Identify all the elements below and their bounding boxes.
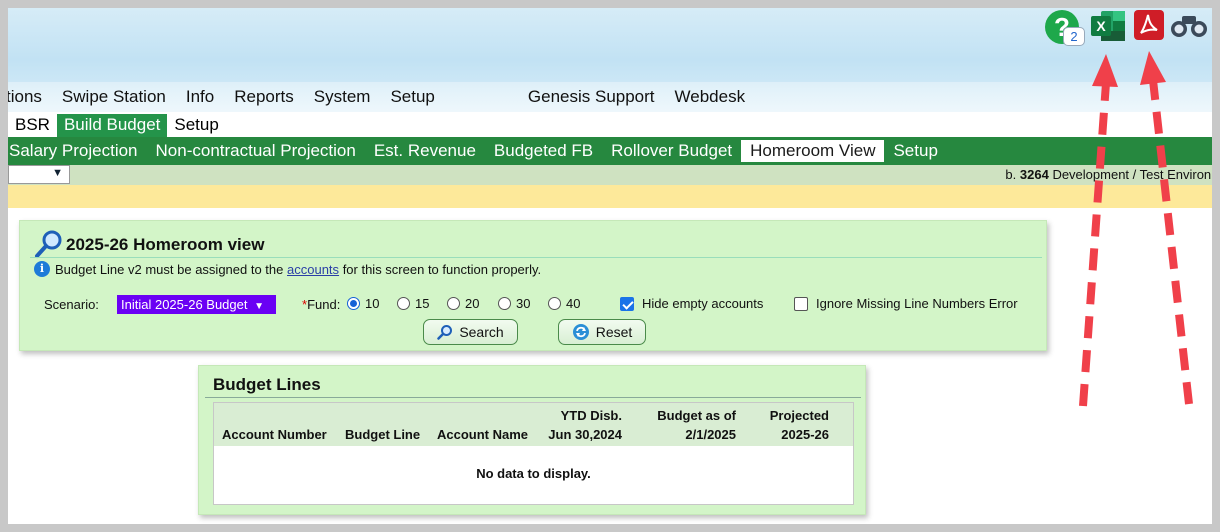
- tab-setup[interactable]: Setup: [167, 114, 225, 137]
- pdf-export-icon[interactable]: [1133, 9, 1165, 41]
- tab-rollover-budget[interactable]: Rollover Budget: [602, 140, 741, 162]
- menu-item-setup[interactable]: Setup: [390, 87, 434, 107]
- menu-item-webdesk[interactable]: Webdesk: [675, 87, 746, 107]
- accounts-link[interactable]: accounts: [287, 262, 339, 277]
- tab-non-contractual-projection[interactable]: Non-contractual Projection: [147, 140, 365, 162]
- radio-icon: [548, 297, 561, 310]
- col-ytd-disb-line1[interactable]: YTD Disb.: [561, 408, 622, 423]
- fund-label-text: Fund:: [307, 297, 341, 312]
- tab-bsr[interactable]: BSR: [8, 114, 57, 137]
- menu-item-operations[interactable]: tions: [8, 87, 42, 107]
- info-text-suffix: for this screen to function properly.: [342, 261, 542, 277]
- checkbox-checked-icon: [620, 296, 634, 311]
- magnifier-icon: [35, 230, 62, 258]
- ignore-missing-label: Ignore Missing Line Numbers Error: [816, 296, 1018, 311]
- scenario-select[interactable]: Initial 2025-26 Budget ▼: [117, 295, 276, 314]
- empty-table-message: No data to display.: [476, 466, 591, 481]
- tab-est-revenue[interactable]: Est. Revenue: [365, 140, 485, 162]
- col-account-number[interactable]: Account Number: [222, 427, 327, 442]
- hide-empty-accounts-checkbox[interactable]: Hide empty accounts: [620, 296, 763, 311]
- reset-button[interactable]: Reset: [558, 319, 646, 345]
- radio-icon: [447, 297, 460, 310]
- table-header: Account Number Budget Line Account Name …: [214, 403, 853, 446]
- environment-bar: ▼ b. 3264 Development / Test Environm: [8, 165, 1212, 185]
- menu-item-info[interactable]: Info: [186, 87, 214, 107]
- binoculars-icon[interactable]: [1170, 13, 1208, 39]
- search-button-label: Search: [459, 324, 504, 340]
- env-text: Development / Test Environm: [1052, 167, 1212, 182]
- fund-option-label: 30: [516, 296, 531, 311]
- col-budget-as-of-line1[interactable]: Budget as of: [657, 408, 736, 423]
- tab-salary-projection[interactable]: Salary Projection: [8, 140, 147, 162]
- search-icon: [437, 325, 453, 340]
- radio-selected-icon: [347, 297, 360, 310]
- fund-radio-15[interactable]: 15: [397, 296, 429, 311]
- district-select[interactable]: ▼: [8, 165, 70, 184]
- col-projected-line1[interactable]: Projected: [770, 408, 829, 423]
- ignore-missing-line-numbers-checkbox[interactable]: Ignore Missing Line Numbers Error: [794, 296, 1018, 311]
- info-text-prefix: Budget Line v2 must be assigned to the: [55, 261, 284, 277]
- chevron-down-icon: ▼: [52, 167, 63, 179]
- tab-budgeted-fb[interactable]: Budgeted FB: [485, 140, 602, 162]
- fund-option-label: 20: [465, 296, 480, 311]
- col-ytd-disb-line2[interactable]: Jun 30,2024: [548, 427, 622, 442]
- chevron-down-icon: ▼: [254, 301, 265, 312]
- fund-radio-30[interactable]: 30: [498, 296, 530, 311]
- col-budget-line[interactable]: Budget Line: [345, 427, 420, 442]
- tab-homeroom-view[interactable]: Homeroom View: [741, 140, 885, 162]
- scenario-value: Initial 2025-26 Budget: [121, 297, 248, 312]
- tab-setup-secondary[interactable]: Setup: [884, 140, 946, 162]
- build-budget-navigation: Salary Projection Non-contractual Projec…: [8, 137, 1212, 165]
- fund-option-label: 40: [566, 296, 581, 311]
- hide-empty-label: Hide empty accounts: [642, 296, 764, 311]
- col-account-name[interactable]: Account Name: [437, 427, 528, 442]
- col-projected-line2[interactable]: 2025-26: [781, 427, 829, 442]
- fund-radio-10[interactable]: 10: [347, 296, 379, 311]
- env-prefix: b.: [1005, 167, 1017, 182]
- budget-lines-panel: Budget Lines Account Number Budget Line …: [198, 365, 866, 515]
- fund-label: *Fund:: [302, 297, 340, 312]
- budget-lines-table: Account Number Budget Line Account Name …: [213, 402, 854, 505]
- info-message: i Budget Line v2 must be assigned to the…: [34, 261, 541, 277]
- notice-bar: [8, 185, 1212, 208]
- refresh-icon: [572, 324, 589, 340]
- excel-glyph: X: [1096, 18, 1106, 34]
- search-button[interactable]: Search: [423, 319, 518, 345]
- reset-button-label: Reset: [595, 324, 633, 340]
- environment-label: b. 3264 Development / Test Environm: [1005, 167, 1212, 182]
- checkbox-icon: [794, 296, 808, 311]
- fund-radio-20[interactable]: 20: [447, 296, 479, 311]
- help-count-badge: 2: [1063, 27, 1085, 46]
- radio-icon: [498, 297, 511, 310]
- fund-option-label: 10: [365, 296, 380, 311]
- env-code: 3264: [1019, 167, 1049, 182]
- homeroom-view-panel: 2025-26 Homeroom view i Budget Line v2 m…: [19, 220, 1047, 351]
- col-budget-as-of-line2[interactable]: 2/1/2025: [685, 427, 736, 442]
- tab-build-budget[interactable]: Build Budget: [56, 114, 168, 137]
- menu-item-reports[interactable]: Reports: [234, 87, 294, 107]
- main-menu: tions Swipe Station Info Reports System …: [8, 82, 1212, 112]
- title-divider: [30, 257, 1042, 258]
- menu-item-system[interactable]: System: [314, 87, 371, 107]
- filter-row: Scenario: Initial 2025-26 Budget ▼ *Fund…: [44, 295, 1044, 315]
- radio-icon: [397, 297, 410, 310]
- page-title: 2025-26 Homeroom view: [66, 235, 265, 254]
- fund-radio-40[interactable]: 40: [548, 296, 580, 311]
- app-frame: ? 2 X tions Swipe Station Info Reports S…: [8, 8, 1212, 524]
- excel-export-icon[interactable]: X: [1089, 9, 1127, 43]
- sub-navigation: BSR Build Budget Setup: [8, 112, 1212, 137]
- menu-item-swipe-station[interactable]: Swipe Station: [62, 87, 166, 107]
- fund-option-label: 15: [415, 296, 430, 311]
- budget-lines-title: Budget Lines: [213, 375, 321, 394]
- menu-item-genesis-support[interactable]: Genesis Support: [528, 87, 655, 107]
- budget-lines-divider: [205, 397, 861, 398]
- info-icon: i: [34, 261, 50, 277]
- scenario-label: Scenario:: [44, 297, 99, 312]
